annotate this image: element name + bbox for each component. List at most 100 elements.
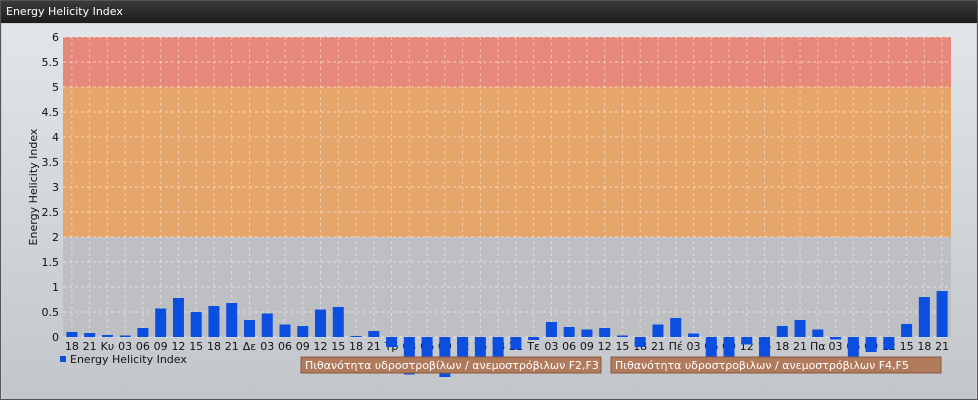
x-tick-label-28: 06 — [562, 340, 576, 353]
x-tick-label-17: 21 — [367, 340, 381, 353]
bar-7 — [190, 312, 202, 337]
band-badge-label-2: Πιθανότητα υδροστροβιλων / ανεμοστρόβιλω… — [615, 359, 909, 372]
bar-41 — [794, 320, 806, 337]
y-tick-label-7: 3.5 — [42, 156, 60, 169]
bar-3 — [119, 335, 131, 337]
y-tick-label-2: 1 — [52, 281, 59, 294]
x-tick-label-13: 09 — [296, 340, 310, 353]
x-tick-label-48: 18 — [917, 340, 931, 353]
bar-29 — [581, 329, 593, 337]
x-tick-label-2: Κυ — [101, 340, 115, 353]
bar-16 — [350, 336, 362, 337]
x-tick-label-33: 21 — [651, 340, 665, 353]
bar-27 — [545, 322, 557, 337]
x-tick-label-40: 18 — [775, 340, 789, 353]
x-tick-label-8: 18 — [207, 340, 221, 353]
bar-30 — [599, 328, 611, 337]
x-axis: 1821Κυ03060912151821Δε03060912151821Τρ03… — [65, 340, 949, 353]
band-badge-label-1: Πιθανότητα υδροστροβίλων / ανεμοστρόβιλω… — [305, 359, 599, 372]
y-tick-label-6: 3 — [52, 181, 59, 194]
x-tick-label-47: 15 — [900, 340, 914, 353]
x-tick-label-10: Δε — [243, 340, 257, 353]
y-tick-label-12: 6 — [52, 31, 59, 44]
x-tick-label-9: 21 — [225, 340, 239, 353]
bar-46 — [883, 337, 895, 350]
x-tick-label-4: 06 — [136, 340, 150, 353]
x-tick-label-0: 18 — [65, 340, 79, 353]
bar-12 — [279, 324, 291, 337]
x-tick-label-11: 03 — [260, 340, 274, 353]
chart-window: Energy Helicity Index 0 0.5 1 1.5 2 2.5 3 3.5 4 4… — [0, 0, 978, 400]
bar-26 — [528, 337, 540, 340]
helicity-chart: 0 0.5 1 1.5 2 2.5 3 3.5 4 4.5 5 5.5 6 Energy Helicit… — [27, 31, 951, 377]
y-tick-label-1: 0.5 — [42, 306, 60, 319]
y-tick-label-4: 2 — [52, 231, 59, 244]
bar-28 — [563, 327, 575, 337]
bar-14 — [315, 309, 327, 337]
x-tick-label-6: 12 — [171, 340, 185, 353]
x-tick-label-42: Πα — [810, 340, 826, 353]
bar-6 — [172, 298, 184, 337]
bar-1 — [84, 333, 96, 337]
x-tick-label-34: Πέ — [669, 340, 683, 353]
bar-25 — [510, 337, 522, 350]
x-tick-label-29: 09 — [580, 340, 594, 353]
bar-31 — [616, 335, 628, 337]
x-tick-label-14: 12 — [314, 340, 328, 353]
x-tick-label-1: 21 — [83, 340, 97, 353]
legend: Energy Helicity Index — [60, 353, 187, 366]
x-tick-label-12: 06 — [278, 340, 292, 353]
bar-17 — [368, 331, 380, 337]
y-tick-label-11: 5.5 — [42, 56, 60, 69]
bar-11 — [261, 313, 273, 337]
x-tick-label-27: 03 — [544, 340, 558, 353]
bar-0 — [66, 332, 78, 337]
bar-43 — [830, 337, 842, 340]
x-tick-label-7: 15 — [189, 340, 203, 353]
bar-9 — [226, 303, 238, 337]
x-tick-label-31: 15 — [615, 340, 629, 353]
bar-10 — [243, 320, 255, 337]
bar-23 — [474, 337, 486, 360]
y-tick-label-10: 5 — [52, 81, 59, 94]
bar-35 — [687, 333, 699, 337]
bar-34 — [670, 318, 682, 337]
legend-label: Energy Helicity Index — [70, 353, 187, 366]
x-tick-label-43: 03 — [829, 340, 843, 353]
x-tick-label-3: 03 — [118, 340, 132, 353]
bar-47 — [901, 324, 913, 337]
y-tick-label-5: 2.5 — [42, 206, 60, 219]
x-tick-label-41: 21 — [793, 340, 807, 353]
bar-18 — [386, 337, 398, 347]
legend-swatch — [60, 356, 66, 362]
bar-45 — [865, 337, 877, 352]
x-tick-label-15: 15 — [331, 340, 345, 353]
bar-38 — [741, 337, 753, 345]
y-tick-label-0: 0 — [52, 331, 59, 344]
x-tick-label-35: 03 — [686, 340, 700, 353]
y-tick-label-8: 4 — [52, 131, 59, 144]
bar-8 — [208, 306, 220, 337]
bar-15 — [332, 307, 344, 337]
bar-42 — [812, 329, 824, 337]
x-tick-label-26: Τε — [526, 340, 540, 353]
y-tick-label-3: 1.5 — [42, 256, 60, 269]
x-tick-label-5: 09 — [154, 340, 168, 353]
x-tick-label-16: 18 — [349, 340, 363, 353]
y-tick-label-9: 4.5 — [42, 106, 60, 119]
bar-5 — [155, 308, 167, 337]
y-axis: 0 0.5 1 1.5 2 2.5 3 3.5 4 4.5 5 5.5 6 — [42, 31, 60, 344]
bar-48 — [918, 297, 930, 337]
bar-4 — [137, 328, 149, 337]
bar-13 — [297, 326, 309, 337]
bar-2 — [101, 335, 113, 337]
x-tick-label-49: 21 — [935, 340, 949, 353]
band-badges: Πιθανότητα υδροστροβίλων / ανεμοστρόβιλω… — [300, 356, 942, 374]
x-tick-label-30: 12 — [598, 340, 612, 353]
bar-33 — [652, 324, 664, 337]
bar-40 — [776, 326, 788, 337]
bar-32 — [634, 337, 646, 347]
y-axis-label: Energy Helicity Index — [27, 128, 40, 245]
bar-49 — [936, 291, 948, 337]
bar-22 — [457, 337, 469, 357]
